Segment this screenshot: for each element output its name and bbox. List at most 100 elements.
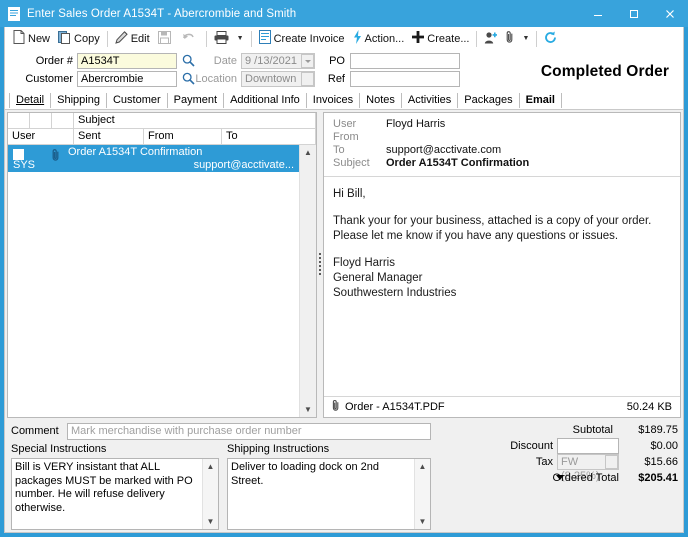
paperclip-icon bbox=[506, 30, 514, 47]
customer-input[interactable]: Abercrombie bbox=[77, 71, 177, 87]
maximize-button[interactable] bbox=[616, 0, 652, 27]
header-col-check[interactable] bbox=[8, 113, 30, 128]
discount-input[interactable] bbox=[557, 438, 619, 454]
new-button[interactable]: New bbox=[9, 28, 54, 49]
tab-payment[interactable]: Payment bbox=[168, 93, 225, 108]
lightning-bolt-icon bbox=[353, 30, 362, 47]
date-dropdown-button[interactable] bbox=[301, 54, 314, 68]
customer-label: Customer bbox=[25, 73, 73, 85]
tab-packages[interactable]: Packages bbox=[458, 93, 520, 108]
ref-input[interactable] bbox=[350, 71, 460, 87]
toolbar-separator bbox=[205, 30, 207, 47]
ordered-total-label: Ordered Total bbox=[552, 472, 619, 484]
add-contact-button[interactable] bbox=[480, 28, 502, 49]
header-col-from[interactable]: From bbox=[144, 129, 222, 144]
tax-value: $15.66 bbox=[644, 456, 678, 468]
refresh-button[interactable] bbox=[540, 28, 561, 49]
email-attachment-bar[interactable]: Order - A1534T.PDF 50.24 KB bbox=[324, 396, 680, 417]
email-list-body: Order A1534T Confirmation SYS support@ac… bbox=[8, 145, 316, 417]
table-row[interactable]: Order A1534T Confirmation SYS support@ac… bbox=[8, 145, 300, 172]
location-dropdown-button[interactable] bbox=[301, 72, 314, 86]
po-input[interactable] bbox=[350, 53, 460, 69]
attachment-button[interactable] bbox=[502, 28, 518, 49]
invoice-icon bbox=[258, 30, 271, 47]
email-list-scrollbar[interactable]: ▲ ▼ bbox=[299, 145, 316, 417]
create-invoice-label: Create Invoice bbox=[273, 32, 345, 45]
date-label: Date bbox=[213, 55, 237, 67]
tab-email[interactable]: Email bbox=[520, 93, 562, 108]
scroll-down-icon[interactable]: ▼ bbox=[415, 514, 430, 529]
scroll-up-icon[interactable]: ▲ bbox=[415, 459, 430, 474]
tab-invoices[interactable]: Invoices bbox=[307, 93, 361, 108]
email-list-header: Subject User Sent From To bbox=[8, 113, 316, 145]
shipping-instructions-label: Shipping Instructions bbox=[227, 443, 330, 455]
tab-activities[interactable]: Activities bbox=[402, 93, 459, 108]
attachment-name: Order - A1534T.PDF bbox=[345, 401, 445, 413]
shipping-instructions-scrollbar[interactable]: ▲ ▼ bbox=[414, 459, 430, 529]
create-invoice-button[interactable]: Create Invoice bbox=[255, 28, 349, 49]
close-button[interactable] bbox=[652, 0, 688, 27]
paperclip-icon bbox=[332, 399, 340, 415]
header-col-blank-1[interactable] bbox=[30, 113, 52, 128]
email-preview-panel: User Floyd Harris From To support@acctiv… bbox=[323, 112, 681, 418]
tab-additional-info[interactable]: Additional Info bbox=[224, 93, 307, 108]
scroll-up-icon[interactable]: ▲ bbox=[300, 145, 316, 160]
shipping-instructions-textarea[interactable]: Deliver to loading dock on 2nd Street. ▲… bbox=[227, 458, 431, 530]
tab-detail[interactable]: Detail bbox=[9, 93, 52, 108]
attachment-size: 50.24 KB bbox=[626, 401, 672, 413]
tab-customer[interactable]: Customer bbox=[107, 93, 168, 108]
minimize-button[interactable] bbox=[580, 0, 616, 27]
subtotal-value: $189.75 bbox=[638, 424, 678, 436]
preview-subject-label: Subject bbox=[333, 157, 370, 169]
edit-button[interactable]: Edit bbox=[111, 28, 154, 49]
action-button[interactable]: Action... bbox=[349, 28, 409, 49]
email-tab-content: Subject User Sent From To Order A1534T C… bbox=[5, 110, 683, 420]
header-col-subject[interactable]: Subject bbox=[74, 113, 316, 128]
print-button[interactable] bbox=[210, 28, 233, 49]
customer-search-icon[interactable] bbox=[182, 72, 195, 85]
undo-button[interactable] bbox=[178, 28, 203, 49]
copy-label: Copy bbox=[74, 32, 100, 45]
header-col-to[interactable]: To bbox=[222, 129, 316, 144]
order-search-icon[interactable] bbox=[182, 54, 195, 67]
order-number-input[interactable]: A1534T bbox=[77, 53, 177, 69]
printer-icon bbox=[214, 30, 229, 47]
header-col-blank-2[interactable] bbox=[52, 113, 74, 128]
plus-icon bbox=[412, 31, 425, 46]
refresh-icon bbox=[544, 31, 557, 47]
special-instructions-text: Bill is VERY insistant that ALL packages… bbox=[15, 461, 193, 514]
header-col-user[interactable]: User bbox=[8, 129, 74, 144]
copy-button[interactable]: Copy bbox=[54, 28, 104, 49]
create-button[interactable]: Create... bbox=[408, 28, 473, 49]
preview-to-label: To bbox=[333, 144, 345, 156]
totals-area: Subtotal $189.75 Discount $0.00 Tax FW (… bbox=[433, 423, 681, 530]
scroll-down-icon[interactable]: ▼ bbox=[300, 402, 316, 417]
scroll-up-icon[interactable]: ▲ bbox=[203, 459, 218, 474]
row-user: SYS bbox=[13, 159, 36, 171]
save-button[interactable] bbox=[154, 28, 178, 49]
tax-dropdown-button[interactable] bbox=[605, 455, 618, 469]
tab-notes[interactable]: Notes bbox=[360, 93, 402, 108]
email-paragraph: Thank your for your business, attached i… bbox=[333, 215, 652, 242]
instructions-area: Comment Mark merchandise with purchase o… bbox=[9, 423, 433, 530]
special-instructions-scrollbar[interactable]: ▲ ▼ bbox=[202, 459, 218, 529]
scroll-down-icon[interactable]: ▼ bbox=[203, 514, 218, 529]
header-col-sent[interactable]: Sent bbox=[74, 129, 144, 144]
comment-input[interactable]: Mark merchandise with purchase order num… bbox=[67, 423, 431, 440]
comment-label: Comment bbox=[11, 425, 59, 437]
edit-label: Edit bbox=[130, 32, 150, 45]
print-dropdown-arrow-icon[interactable]: ▼ bbox=[233, 28, 248, 49]
attachment-dropdown-arrow-icon[interactable]: ▼ bbox=[518, 28, 533, 49]
window-controls bbox=[580, 0, 688, 27]
user-add-icon bbox=[484, 31, 498, 47]
toolbar-separator bbox=[536, 30, 538, 47]
email-signature-title: General Manager bbox=[333, 272, 423, 284]
discount-label: Discount bbox=[510, 440, 553, 452]
title-bar[interactable]: Enter Sales Order A1534T - Abercrombie a… bbox=[0, 0, 688, 27]
order-footer: Comment Mark merchandise with purchase o… bbox=[5, 420, 683, 532]
shipping-instructions-text: Deliver to loading dock on 2nd Street. bbox=[231, 461, 379, 487]
special-instructions-textarea[interactable]: Bill is VERY insistant that ALL packages… bbox=[11, 458, 219, 530]
save-disk-icon bbox=[157, 30, 171, 47]
email-signature-company: Southwestern Industries bbox=[333, 287, 457, 299]
tab-shipping[interactable]: Shipping bbox=[51, 93, 107, 108]
